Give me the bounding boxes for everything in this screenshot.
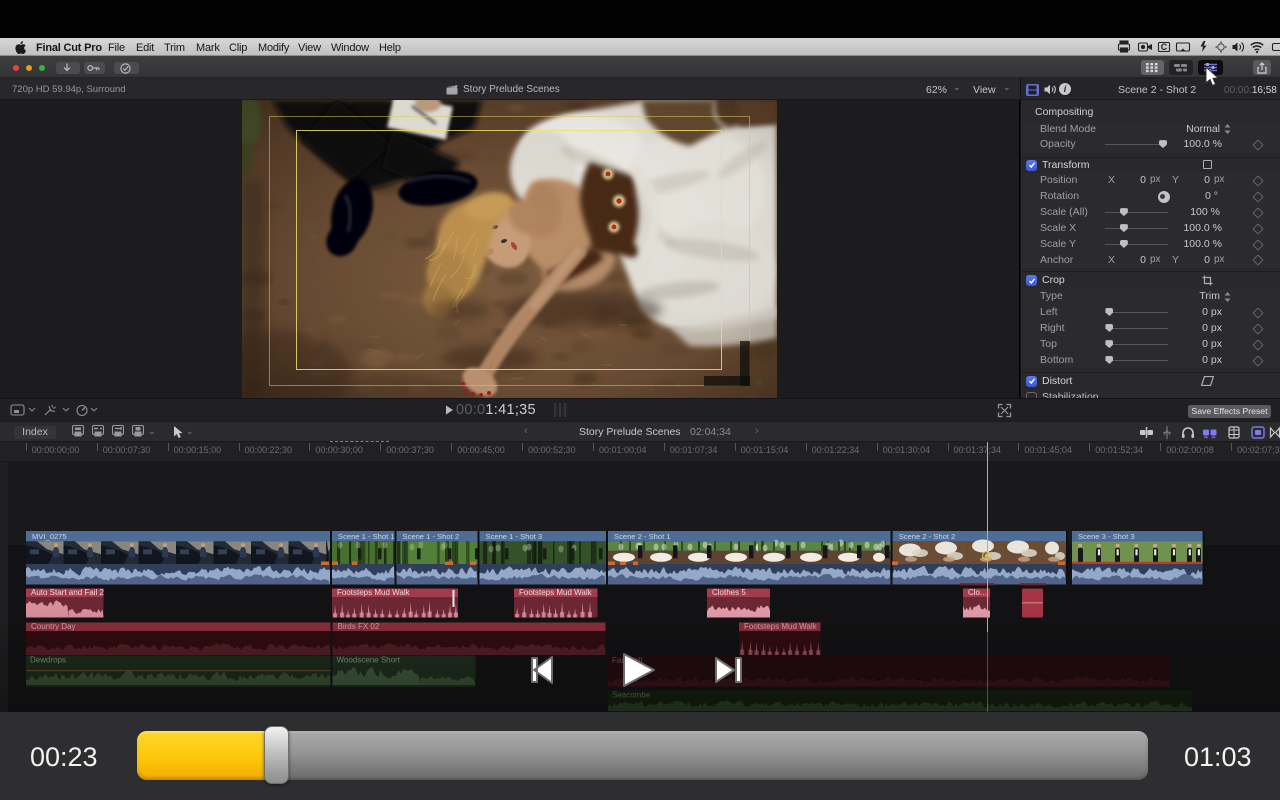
svg-text:Clo...: Clo...	[968, 588, 987, 597]
svg-text:Scene 2 - Shot 2: Scene 2 - Shot 2	[899, 532, 956, 541]
svg-text:Footsteps Mud Walk: Footsteps Mud Walk	[519, 588, 593, 597]
svg-text:MVI_0275: MVI_0275	[32, 532, 67, 541]
svg-text:Scene 1 - Shot 2: Scene 1 - Shot 2	[403, 532, 460, 541]
svg-text:Birds FX 02: Birds FX 02	[338, 622, 380, 631]
svg-text:C: C	[1161, 42, 1168, 52]
svg-text:Country Day: Country Day	[31, 622, 75, 631]
svg-text:Auto Start and Fail 2: Auto Start and Fail 2	[31, 588, 104, 597]
svg-text:Scene 1 - Shot 3: Scene 1 - Shot 3	[486, 532, 543, 541]
svg-text:Scene 3 - Shot 3: Scene 3 - Shot 3	[1078, 532, 1135, 541]
svg-text:Footsteps Mud Walk: Footsteps Mud Walk	[744, 622, 818, 631]
svg-text:Woodscene Short: Woodscene Short	[337, 656, 401, 665]
svg-text:Scene 2 - Shot 1: Scene 2 - Shot 1	[614, 532, 671, 541]
svg-text:Scene 1 - Shot 1: Scene 1 - Shot 1	[338, 532, 395, 541]
svg-text:Footsteps Mud Walk: Footsteps Mud Walk	[337, 588, 411, 597]
svg-text:Clothes 5: Clothes 5	[712, 588, 746, 597]
svg-text:Dewdrops: Dewdrops	[30, 656, 66, 665]
